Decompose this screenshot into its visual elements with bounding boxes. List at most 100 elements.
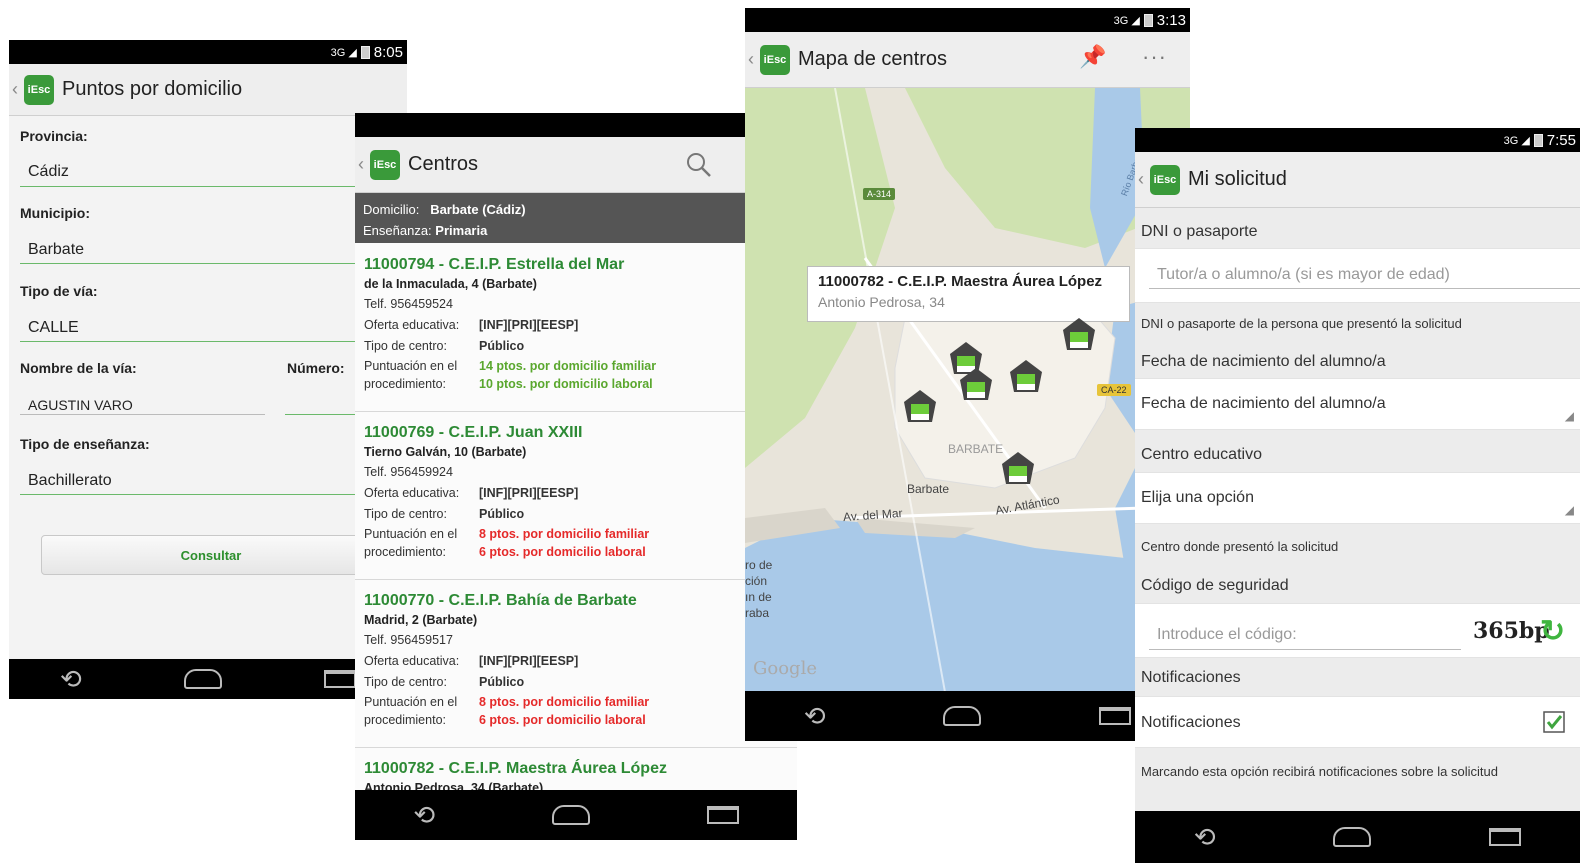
tipo-via-field[interactable]: CALLE: [28, 319, 79, 337]
overflow-icon[interactable]: ···: [1142, 44, 1167, 70]
page-title: Mi solicitud: [1188, 168, 1287, 190]
home-icon[interactable]: [183, 669, 222, 689]
status-bar: 3G ◢ 7:55: [1135, 128, 1580, 152]
centro-spinner[interactable]: Elija una opción ◢: [1135, 472, 1580, 524]
provincia-underline: [20, 186, 407, 187]
spinner-arrow-icon: ◢: [1564, 503, 1574, 517]
tipo-ensenanza-field[interactable]: Bachillerato: [28, 472, 112, 490]
school-marker-icon[interactable]: [1008, 358, 1044, 394]
list-item[interactable]: 11000770 - C.E.I.P. Bahía de Barbate Mad…: [355, 580, 797, 748]
google-logo: Google: [753, 658, 817, 679]
centro-section-label: Centro educativo: [1141, 446, 1262, 463]
tipo-ensenanza-underline: [20, 494, 407, 495]
back-icon[interactable]: ⟲: [60, 664, 82, 695]
codigo-section-label: Código de seguridad: [1141, 577, 1289, 594]
recents-icon[interactable]: [706, 806, 739, 824]
municipio-field[interactable]: Barbate: [28, 241, 84, 259]
center-name: 11000782 - C.E.I.P. Maestra Áurea López: [364, 760, 667, 777]
notif-row[interactable]: Notificaciones: [1135, 696, 1580, 748]
app-logo-icon[interactable]: iEsc: [370, 149, 400, 180]
oferta-value: [INF][PRI][EESP]: [479, 486, 579, 500]
road-label-a314: A-314: [863, 188, 896, 200]
screen-mapa: 3G ◢ 3:13 ‹ iEsc Mapa de centros 📌 ··· A…: [745, 8, 1190, 741]
refresh-icon[interactable]: ↻: [1540, 614, 1565, 649]
nav-bar: ⟲: [745, 691, 1190, 741]
nav-bar: ⟲: [355, 790, 797, 840]
score-laboral: 10 ptos. por domicilio laboral: [479, 377, 653, 391]
map-edge-label: ro de: [745, 558, 773, 572]
up-chevron-icon[interactable]: ‹: [12, 79, 24, 100]
up-chevron-icon[interactable]: ‹: [358, 154, 370, 175]
center-address: Madrid, 2 (Barbate): [364, 613, 478, 627]
action-bar: ‹ iEsc Puntos por domicilio: [9, 64, 407, 116]
marker-callout[interactable]: 11000782 - C.E.I.P. Maestra Áurea López …: [807, 266, 1130, 322]
consultar-button[interactable]: Consultar: [41, 535, 381, 575]
battery-icon: [360, 45, 370, 59]
tipo-ensenanza-label: Tipo de enseñanza:: [20, 436, 150, 452]
tipo-value: Público: [479, 675, 525, 689]
center-name: 11000794 - C.E.I.P. Estrella del Mar: [364, 256, 625, 273]
checkbox-icon[interactable]: [1543, 711, 1565, 733]
score-familiar: 8 ptos. por domicilio familiar: [479, 695, 650, 709]
list-item[interactable]: 11000794 - C.E.I.P. Estrella del Mar de …: [355, 244, 797, 412]
school-marker-icon[interactable]: [902, 388, 938, 424]
app-logo-icon[interactable]: iEsc: [760, 44, 790, 75]
score-familiar: 8 ptos. por domicilio familiar: [479, 527, 650, 541]
school-marker-icon[interactable]: [1000, 450, 1036, 486]
center-phone: Telf. 956459924: [364, 465, 453, 479]
score-laboral: 6 ptos. por domicilio laboral: [479, 713, 646, 727]
up-chevron-icon[interactable]: ‹: [748, 49, 760, 70]
dni-input[interactable]: Tutor/a o alumno/a (si es mayor de edad): [1157, 266, 1450, 284]
numero-label: Número:: [287, 360, 345, 376]
codigo-input[interactable]: Introduce el código:: [1157, 626, 1297, 644]
score-laboral: 6 ptos. por domicilio laboral: [479, 545, 646, 559]
home-icon[interactable]: [943, 706, 982, 726]
fecha-value: Fecha de nacimiento del alumno/a: [1141, 395, 1386, 412]
back-icon[interactable]: ⟲: [1194, 822, 1216, 853]
recents-icon[interactable]: [1489, 828, 1522, 846]
page-title: Puntos por domicilio: [62, 78, 243, 100]
dni-help: DNI o pasaporte de la persona que presen…: [1141, 316, 1462, 331]
nav-bar: ⟲: [1135, 811, 1580, 863]
back-icon[interactable]: ⟲: [413, 800, 435, 831]
pin-icon[interactable]: 📌: [1079, 44, 1106, 70]
home-icon[interactable]: [1333, 827, 1372, 847]
provincia-field[interactable]: Cádiz: [28, 163, 69, 181]
home-icon[interactable]: [551, 805, 590, 825]
map-edge-label: ción: [745, 574, 768, 588]
search-icon[interactable]: [685, 151, 713, 179]
spinner-arrow-icon: ◢: [1564, 409, 1574, 423]
map-edge-label: ın de: [745, 590, 772, 604]
map-view[interactable]: A-314 CA-22 Río Barbate BARBATE Barbate …: [745, 88, 1190, 692]
ensenanza-value: Primaria: [435, 223, 488, 238]
recents-icon[interactable]: [323, 670, 356, 688]
oferta-key: Oferta educativa:: [364, 318, 460, 332]
list-item[interactable]: 11000769 - C.E.I.P. Juan XXIII Tierno Ga…: [355, 412, 797, 580]
school-marker-icon[interactable]: [1061, 316, 1097, 352]
recents-icon[interactable]: [1099, 707, 1132, 725]
center-phone: Telf. 956459524: [364, 297, 453, 311]
school-marker-icon[interactable]: [958, 366, 994, 402]
app-logo-icon[interactable]: iEsc: [24, 74, 54, 105]
municipio-label: Municipio:: [20, 205, 90, 221]
center-address: de la Inmaculada, 4 (Barbate): [364, 277, 537, 291]
tipo-key: Tipo de centro:: [364, 339, 447, 353]
back-icon[interactable]: ⟲: [804, 701, 826, 732]
nombre-via-input[interactable]: AGUSTIN VARO: [28, 397, 133, 413]
procedimiento-key: procedimiento:: [364, 545, 446, 559]
up-chevron-icon[interactable]: ‹: [1138, 169, 1150, 190]
procedimiento-key: procedimiento:: [364, 713, 446, 727]
app-logo-icon[interactable]: iEsc: [1150, 164, 1180, 195]
page-title: Mapa de centros: [798, 48, 947, 70]
tipo-via-underline: [20, 341, 407, 342]
centro-help: Centro donde presentó la solicitud: [1141, 539, 1339, 554]
signal-icon: 3G ◢: [330, 46, 357, 59]
status-time: 7:55: [1546, 131, 1576, 149]
fecha-spinner[interactable]: Fecha de nacimiento del alumno/a ◢: [1135, 378, 1580, 430]
tipo-value: Público: [479, 339, 525, 353]
domicilio-value: Barbate (Cádiz): [430, 202, 526, 217]
status-bar: 3G ◢ 8:05: [9, 40, 407, 64]
action-bar: ‹ iEsc Mi solicitud: [1135, 152, 1580, 208]
nombre-via-underline: [20, 414, 265, 415]
road-label-ca22: CA-22: [1097, 384, 1131, 396]
